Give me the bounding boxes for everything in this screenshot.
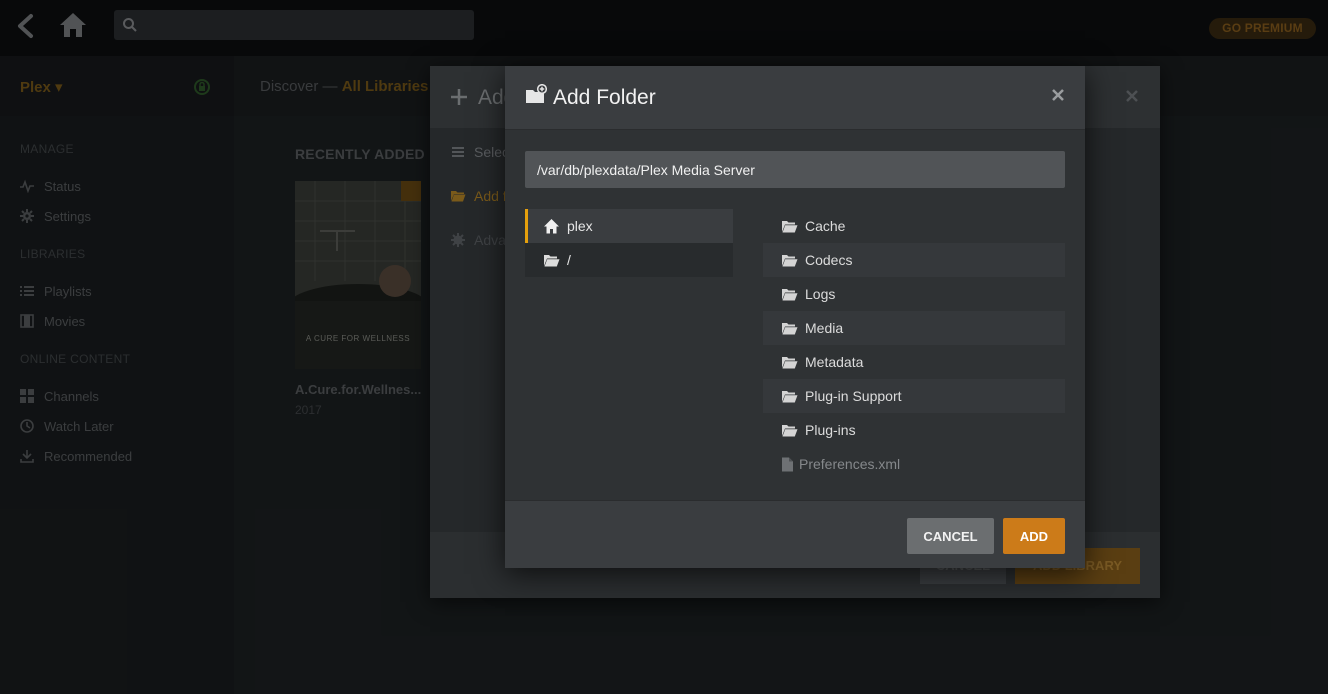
close-icon[interactable]: [1051, 88, 1065, 102]
folder-open-icon: [782, 356, 798, 368]
folder-label: Media: [805, 320, 844, 336]
folder-item-metadata[interactable]: Metadata: [763, 345, 1065, 379]
folder-item-plug-ins[interactable]: Plug-ins: [763, 413, 1065, 447]
cancel-button[interactable]: CANCEL: [907, 518, 994, 554]
gear-icon: [451, 233, 465, 247]
folder-label: Cache: [805, 218, 846, 234]
file-item-preferences: Preferences.xml: [763, 447, 1065, 481]
add-folder-footer: CANCEL ADD: [505, 500, 1085, 568]
add-folder-header: Add Folder: [505, 66, 1085, 130]
add-folder-title: Add Folder: [553, 86, 656, 109]
location-item-plex[interactable]: plex: [525, 209, 733, 243]
folder-plus-icon: [526, 84, 547, 103]
folder-open-icon: [782, 254, 798, 266]
folder-item-codecs[interactable]: Codecs: [763, 243, 1065, 277]
file-label: Preferences.xml: [799, 456, 901, 472]
folder-label: Plug-in Support: [805, 388, 902, 404]
folder-label: Logs: [805, 286, 836, 302]
step-label: Adva: [474, 232, 506, 248]
folder-path-input[interactable]: [525, 151, 1065, 188]
folder-open-icon: [782, 322, 798, 334]
add-folder-dialog: Add Folder plex / Cache Codecs Logs Medi…: [505, 66, 1085, 568]
location-label: /: [567, 252, 571, 268]
file-icon: [782, 457, 793, 471]
folder-open-icon: [782, 220, 798, 232]
folder-list: Cache Codecs Logs Media Metadata Plug-in…: [763, 209, 1065, 481]
location-item-root[interactable]: /: [525, 243, 733, 277]
step-add-folders[interactable]: Add f: [450, 188, 507, 204]
folder-item-logs[interactable]: Logs: [763, 277, 1065, 311]
add-button[interactable]: ADD: [1003, 518, 1065, 554]
home-icon: [544, 218, 559, 233]
step-label: Add f: [474, 188, 507, 204]
folder-item-cache[interactable]: Cache: [763, 209, 1065, 243]
folder-open-icon: [782, 288, 798, 300]
step-select-type[interactable]: Selec: [450, 144, 509, 160]
close-icon[interactable]: [1124, 88, 1140, 104]
location-label: plex: [567, 218, 593, 234]
location-list: plex /: [525, 209, 733, 277]
folder-label: Metadata: [805, 354, 864, 370]
folder-open-icon: [782, 390, 798, 402]
folder-item-media[interactable]: Media: [763, 311, 1065, 345]
folder-item-plug-in-support[interactable]: Plug-in Support: [763, 379, 1065, 413]
folder-label: Codecs: [805, 252, 853, 268]
list-icon: [452, 147, 464, 157]
folder-open-icon: [544, 254, 560, 266]
folder-label: Plug-ins: [805, 422, 856, 438]
step-label: Selec: [474, 144, 510, 160]
plus-icon: [451, 89, 467, 105]
folder-open-icon: [451, 191, 466, 202]
folder-open-icon: [782, 424, 798, 436]
step-advanced[interactable]: Adva: [450, 232, 506, 248]
